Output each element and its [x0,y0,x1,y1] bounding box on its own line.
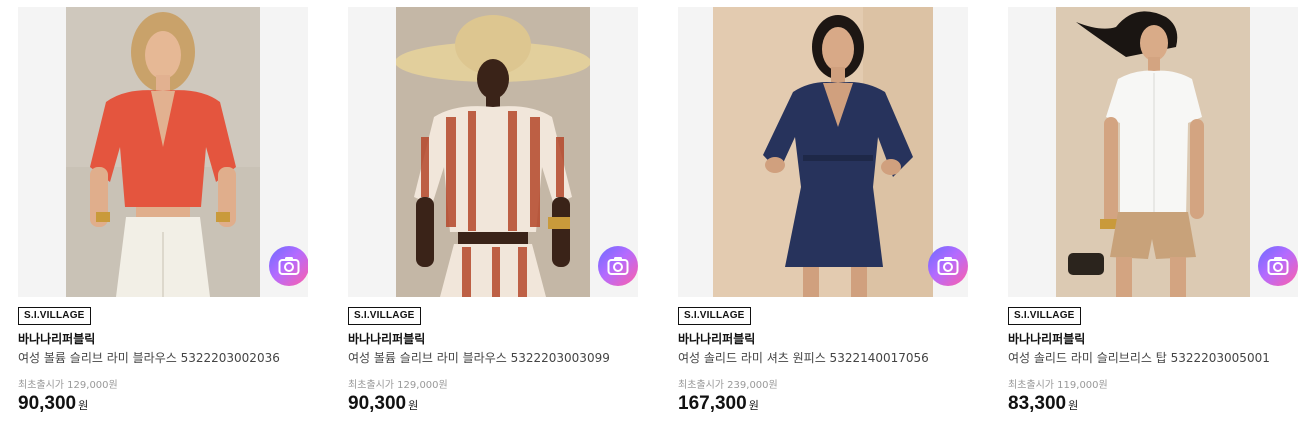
price-currency: 원 [78,399,89,412]
seller-badge: S.I.VILLAGE [348,307,421,325]
camera-search-button[interactable] [269,246,308,286]
product-photo[interactable] [396,7,590,297]
product-name[interactable]: 여성 볼륨 슬리브 라미 블라우스 5322203002036 [18,349,280,366]
seller-badge: S.I.VILLAGE [678,307,751,325]
product-card[interactable]: S.I.VILLAGE 바나나리퍼블릭 여성 솔리드 라미 셔츠 원피스 532… [678,7,968,427]
brand-name[interactable]: 바나나리퍼블릭 [18,330,95,347]
price-currency: 원 [408,399,419,412]
product-card[interactable]: S.I.VILLAGE 바나나리퍼블릭 여성 볼륨 슬리브 라미 블라우스 53… [18,7,308,427]
price-value: 167,300 [678,393,747,414]
product-photo[interactable] [1056,7,1250,297]
brand-name[interactable]: 바나나리퍼블릭 [1008,330,1085,347]
price-currency: 원 [1068,399,1079,412]
product-image-area[interactable] [1008,7,1298,297]
camera-search-icon [937,256,959,276]
product-name[interactable]: 여성 솔리드 라미 슬리브리스 탑 5322203005001 [1008,349,1270,366]
brand-name[interactable]: 바나나리퍼블릭 [348,330,425,347]
price-currency: 원 [748,399,759,412]
sale-price: 90,300 원 [348,393,418,415]
product-image-area[interactable] [18,7,308,297]
product-card[interactable]: S.I.VILLAGE 바나나리퍼블릭 여성 볼륨 슬리브 라미 블라우스 53… [348,7,638,427]
product-photo[interactable] [713,7,933,297]
product-image-area[interactable] [678,7,968,297]
camera-search-icon [1267,256,1289,276]
product-card[interactable]: S.I.VILLAGE 바나나리퍼블릭 여성 솔리드 라미 슬리브리스 탑 53… [1008,7,1298,427]
price-value: 90,300 [18,393,77,414]
camera-search-icon [278,256,300,276]
sale-price: 83,300 원 [1008,393,1078,415]
original-price: 최초출시가 129,000원 [348,380,448,391]
product-photo[interactable] [66,7,260,297]
sale-price: 167,300 원 [678,393,759,415]
camera-search-icon [607,256,629,276]
camera-search-button[interactable] [1258,246,1298,286]
camera-search-button[interactable] [928,246,968,286]
product-name[interactable]: 여성 솔리드 라미 셔츠 원피스 5322140017056 [678,349,929,366]
seller-badge: S.I.VILLAGE [1008,307,1081,325]
seller-badge: S.I.VILLAGE [18,307,91,325]
brand-name[interactable]: 바나나리퍼블릭 [678,330,755,347]
price-value: 83,300 [1008,393,1067,414]
original-price: 최초출시가 119,000원 [1008,380,1108,391]
product-image-area[interactable] [348,7,638,297]
sale-price: 90,300 원 [18,393,88,415]
camera-search-button[interactable] [598,246,638,286]
product-name[interactable]: 여성 볼륨 슬리브 라미 블라우스 5322203003099 [348,349,610,366]
original-price: 최초출시가 239,000원 [678,380,778,391]
price-value: 90,300 [348,393,407,414]
original-price: 최초출시가 129,000원 [18,380,118,391]
